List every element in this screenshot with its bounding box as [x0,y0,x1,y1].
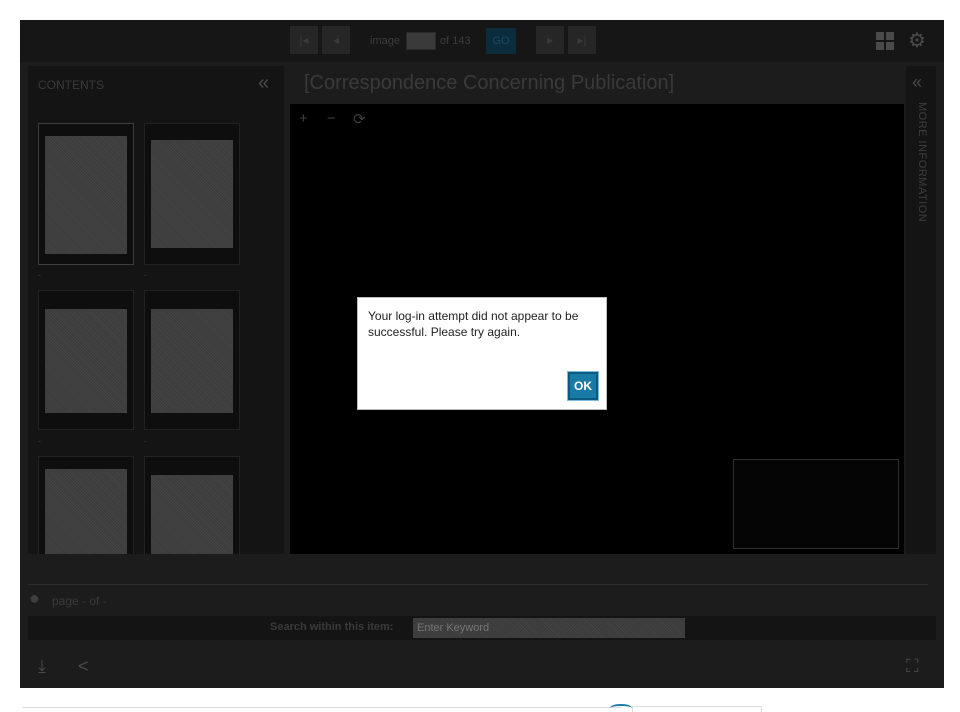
thumbnail-caption: - [38,270,41,280]
thumbnail[interactable] [144,290,240,430]
image-count-label: of 143 [440,35,471,47]
thumbnail[interactable] [38,456,134,554]
go-button[interactable]: GO [486,28,516,54]
next-icon: ▸ [546,33,554,47]
expand-info-icon[interactable]: « [912,72,922,93]
thumbnail[interactable] [144,456,240,554]
first-page-button[interactable]: |◂ [290,26,318,54]
collapse-sidebar-icon[interactable]: « [258,72,269,95]
zoom-in-icon[interactable]: + [299,110,308,127]
partial-icon [610,704,632,712]
fullscreen-icon[interactable]: ⛶ [906,656,919,677]
thumbnail[interactable] [38,123,134,265]
prev-icon: ◂ [332,33,340,47]
share-icon[interactable]: < [78,656,89,677]
previous-page-button[interactable]: ◂ [322,26,350,54]
thumbnail[interactable] [38,290,134,430]
search-bar: Search within this item: [28,616,936,640]
last-page-button[interactable]: ▸| [568,26,596,54]
image-number-input[interactable] [406,32,436,50]
navigator-minimap[interactable] [733,459,899,549]
ok-button[interactable]: OK [568,372,598,400]
skip-first-icon: |◂ [299,33,309,47]
sidebar-title: CONTENTS [38,78,104,92]
footer-line [22,707,622,708]
thumbnail-caption: - [144,270,147,280]
grid-view-icon[interactable] [876,32,894,50]
rotate-icon[interactable]: ⟳ [353,110,366,128]
thumbnail-caption: - [38,436,41,446]
partial-box [632,706,762,712]
contents-sidebar: CONTENTS « - - - - [28,66,284,554]
next-page-button[interactable]: ▸ [536,26,564,54]
skip-last-icon: ▸| [577,33,587,47]
drop-icon: ● [29,588,40,608]
info-panel: « MORE INFORMATION [906,66,936,554]
top-toolbar: |◂ ◂ image of 143 GO ▸ ▸| ⚙ [20,20,944,62]
zoom-out-icon[interactable]: − [327,110,336,127]
divider [28,584,928,585]
more-information-tab[interactable]: MORE INFORMATION [916,102,928,222]
page-info: page - of - [52,594,107,608]
page-title: [Correspondence Concerning Publication] [304,72,675,94]
download-icon[interactable]: ⤓ [38,656,46,677]
thumbnail[interactable] [144,123,240,265]
search-input[interactable] [413,618,685,638]
login-error-dialog: Your log-in attempt did not appear to be… [357,297,607,410]
image-label: image [370,35,400,47]
search-label: Search within this item: [270,621,394,633]
dialog-message: Your log-in attempt did not appear to be… [368,309,579,339]
thumbnail-caption: - [144,436,147,446]
gear-icon[interactable]: ⚙ [906,30,928,52]
